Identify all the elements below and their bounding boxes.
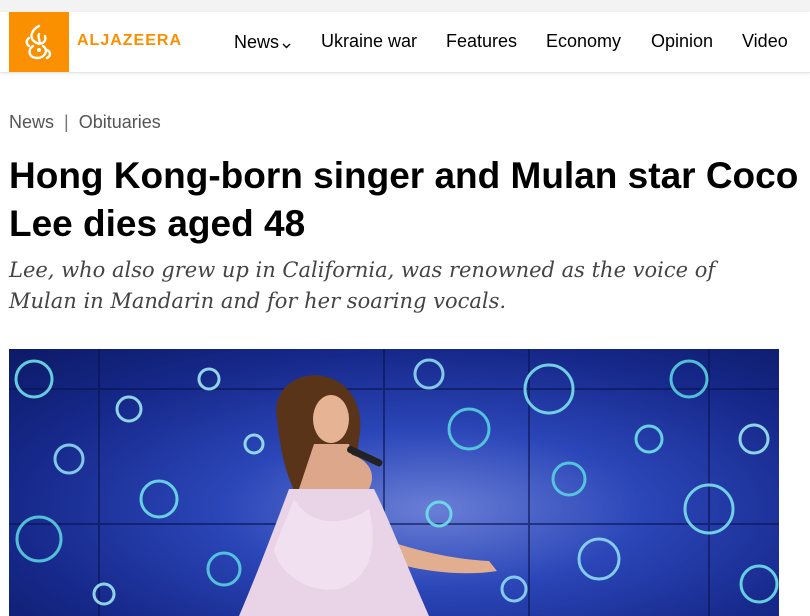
article-subtitle: Lee, who also grew up in California, was… (9, 258, 716, 313)
nav-item-opinion[interactable]: Opinion (651, 31, 713, 52)
nav-item-label: News (234, 32, 280, 52)
article-hero-image[interactable] (9, 349, 779, 616)
breadcrumb-news-link[interactable]: News (9, 112, 54, 133)
nav-item-label: Opinion (651, 31, 714, 51)
nav-item-features[interactable]: Features (446, 31, 517, 52)
nav-item-video[interactable]: Video (742, 31, 788, 52)
nav-item-label: Ukraine war (321, 31, 418, 51)
nav-item-economy[interactable]: Economy (546, 31, 621, 52)
nav-item-ukraine-war[interactable]: Ukraine war (321, 31, 417, 52)
nav-item-label: Video (742, 31, 788, 51)
nav-item-label: Economy (546, 31, 622, 51)
article-title: Hong Kong-born singer and Mulan star Coc… (9, 155, 799, 244)
photo-of-singer-performing-on-stage-icon (9, 349, 779, 616)
chevron-down-icon (282, 33, 291, 54)
nav-item-news[interactable]: News (234, 31, 291, 54)
main-navigation: News Ukraine war Features Economy Opinio… (0, 12, 810, 72)
site-header: ALJAZEERA News Ukraine war Features Econ… (0, 12, 810, 73)
nav-item-label: Features (446, 31, 518, 51)
breadcrumb-obituaries-link[interactable]: Obituaries (79, 112, 161, 133)
breadcrumb-separator: | (64, 112, 69, 132)
browser-top-strip (0, 0, 810, 12)
breadcrumb: News | Obituaries (9, 112, 161, 133)
